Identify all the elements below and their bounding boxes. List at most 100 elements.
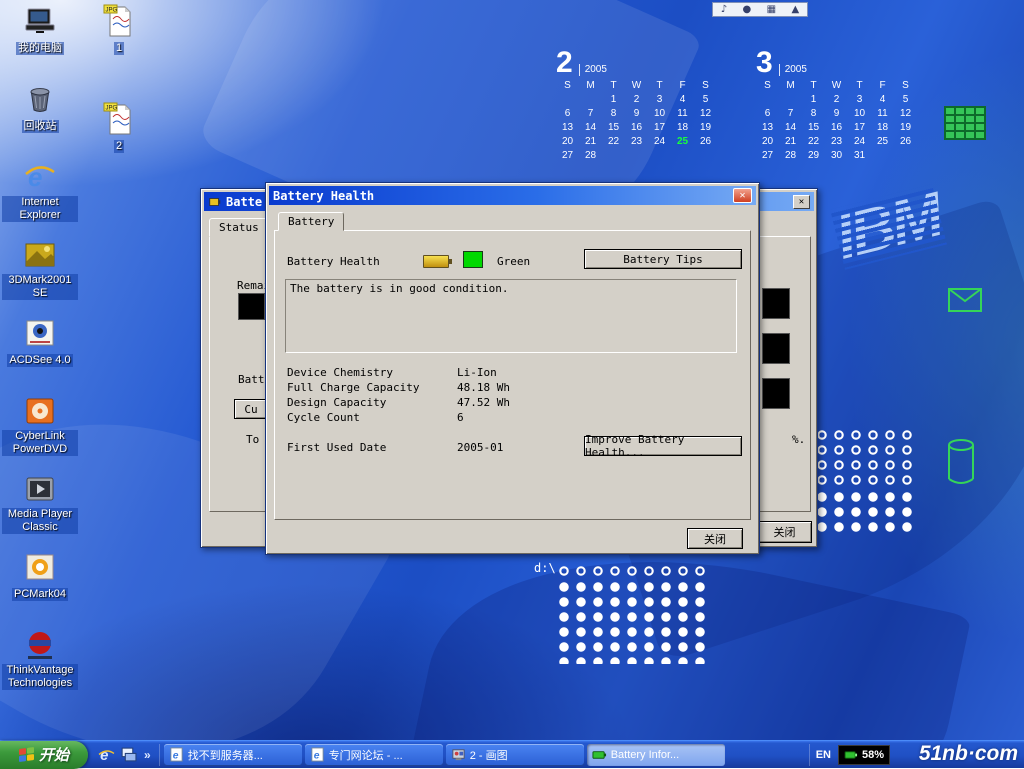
calendar-grid: SMTWTFS123456789101112131415161718192021… (556, 79, 721, 163)
desktop-icon-3dmark2001-se[interactable]: 3DMark2001 SE (2, 238, 78, 304)
thinkvantage-technologies-icon (23, 628, 57, 662)
calendar-day: 13 (756, 121, 779, 135)
calendar-day: 30 (825, 149, 848, 163)
calendar-day: 8 (802, 107, 825, 121)
calendar-day: 3 (848, 93, 871, 107)
calendar-day: 21 (579, 135, 602, 149)
calendar-day: 5 (694, 93, 717, 107)
language-indicator[interactable]: EN (816, 749, 831, 761)
desktop-icon-pcmark04[interactable]: PCMark04 (2, 550, 78, 616)
close-icon[interactable]: ✕ (793, 195, 810, 209)
calendar-day: 14 (579, 121, 602, 135)
desktop-icon-jpg-2[interactable]: JPG 2 (97, 102, 141, 168)
close-button[interactable]: 关闭 (757, 521, 812, 543)
percent-text: %. (792, 433, 805, 446)
calendar-day: 1 (602, 93, 625, 107)
calendar-year: 2005 (779, 64, 807, 76)
display-icon[interactable]: ▦ (767, 5, 776, 15)
calendar-weekday: S (694, 79, 717, 93)
spec-label: Design Capacity (287, 395, 457, 410)
calendar-day: 2 (825, 93, 848, 107)
desktop-icon-my-computer[interactable]: 我的电脑 (2, 4, 78, 70)
battery-gauge (238, 293, 265, 320)
task-label: 找不到服务器... (188, 747, 263, 763)
start-button[interactable]: 开始 (0, 741, 88, 769)
spec-row: Device Chemistry Li-Ion (287, 365, 497, 380)
internet-explorer-icon[interactable]: e (98, 746, 115, 763)
calendar-day: 22 (602, 135, 625, 149)
desktop-icon-cyberlink-powerdvd[interactable]: CyberLink PowerDVD (2, 394, 78, 460)
desktop-icon-label: PCMark04 (12, 588, 68, 601)
battery-gauge (762, 378, 790, 409)
speaker-icon[interactable]: ♪ (721, 5, 727, 15)
battery-tips-button[interactable]: Battery Tips (584, 249, 742, 269)
calendar-day: 23 (825, 135, 848, 149)
keyboard-icon[interactable]: ▲ (792, 5, 800, 15)
desktop-icon-recycle-bin[interactable]: 回收站 (2, 82, 78, 148)
calendar-day: 2 (625, 93, 648, 107)
desktop-icon-label: CyberLink PowerDVD (2, 430, 78, 456)
desktop-icon-media-player-classic[interactable]: Media Player Classic (2, 472, 78, 538)
spec-value: Li-Ion (457, 365, 497, 380)
calendar-day: 13 (556, 121, 579, 135)
battery-gauge (762, 288, 790, 319)
calendar-day: 22 (802, 135, 825, 149)
calendar-day: 29 (802, 149, 825, 163)
spec-label: Device Chemistry (287, 365, 457, 380)
svg-text:JPG: JPG (106, 106, 118, 112)
taskbar-task-server-not-found[interactable]: e找不到服务器... (164, 744, 302, 766)
desktop-icon-label: Media Player Classic (2, 508, 78, 534)
taskbar-task-battery-information[interactable]: Battery Infor... (587, 744, 725, 766)
health-status-swatch (463, 251, 483, 268)
show-desktop-icon[interactable] (120, 746, 137, 763)
desktop-icon-acdsee[interactable]: ACDSee 4.0 (2, 316, 78, 382)
calendar-weekday: T (648, 79, 671, 93)
first-used-row: First Used Date 2005-01 (287, 440, 503, 455)
tray-battery-meter[interactable]: 58% (838, 745, 890, 765)
quick-launch-overflow-chevron[interactable]: » (142, 748, 151, 762)
spec-row: Full Charge Capacity 48.18 Wh (287, 380, 510, 395)
svg-text:e: e (313, 750, 319, 761)
close-icon[interactable]: ✕ (733, 188, 752, 203)
calendar-day: 24 (848, 135, 871, 149)
desktop-icon-internet-explorer[interactable]: eInternet Explorer (2, 160, 78, 226)
spec-label: Full Charge Capacity (287, 380, 457, 395)
tab-status[interactable]: Status (209, 218, 269, 237)
task-label: Battery Infor... (611, 749, 679, 761)
calendar-weekday: T (602, 79, 625, 93)
calendar-head: 22005 (556, 50, 721, 76)
desktop-icon-label: 2 (114, 140, 124, 153)
system-tray: EN 58% (809, 744, 896, 766)
dialog-titlebar[interactable]: Battery Health ✕ (269, 186, 756, 205)
desktop-icon-jpg-1[interactable]: JPG1 (97, 4, 141, 70)
media-player-classic-icon (23, 472, 57, 506)
calendar-day: 31 (848, 149, 871, 163)
calendar-day: 23 (625, 135, 648, 149)
dialog-title: Batte (226, 195, 262, 209)
ibm-logo: IBM (830, 184, 947, 269)
media-icon[interactable]: ● (743, 5, 752, 15)
close-button[interactable]: 关闭 (687, 528, 743, 549)
calendar-day: 15 (802, 121, 825, 135)
current-button[interactable]: Cu (234, 399, 268, 419)
desktop-icon-thinkvantage-technologies[interactable]: ThinkVantage Technologies (2, 628, 78, 694)
calendar-day: 12 (894, 107, 917, 121)
calendar-day (779, 93, 802, 107)
condition-textbox[interactable]: The battery is in good condition. (285, 279, 737, 353)
calendar-day: 10 (648, 107, 671, 121)
taskbar-task-paint[interactable]: 2 - 画图 (446, 744, 584, 766)
calendar-month: 3 (756, 50, 773, 76)
desktop-icon-label: 回收站 (22, 120, 59, 133)
calendar-day: 9 (825, 107, 848, 121)
calendar-weekday: T (848, 79, 871, 93)
calendar-day: 16 (625, 121, 648, 135)
mini-tray-panel[interactable]: ♪ ● ▦ ▲ (712, 2, 808, 17)
calendar-weekday: M (579, 79, 602, 93)
tab-battery[interactable]: Battery (278, 212, 344, 231)
dialog-title: Battery Health (273, 189, 374, 203)
calendar-weekday: S (556, 79, 579, 93)
improve-battery-health-button[interactable]: Improve Battery Health... (584, 436, 742, 456)
calendar-day: 17 (848, 121, 871, 135)
taskbar-task-forum[interactable]: e专门网论坛 - ... (305, 744, 443, 766)
calendar-day: 20 (756, 135, 779, 149)
